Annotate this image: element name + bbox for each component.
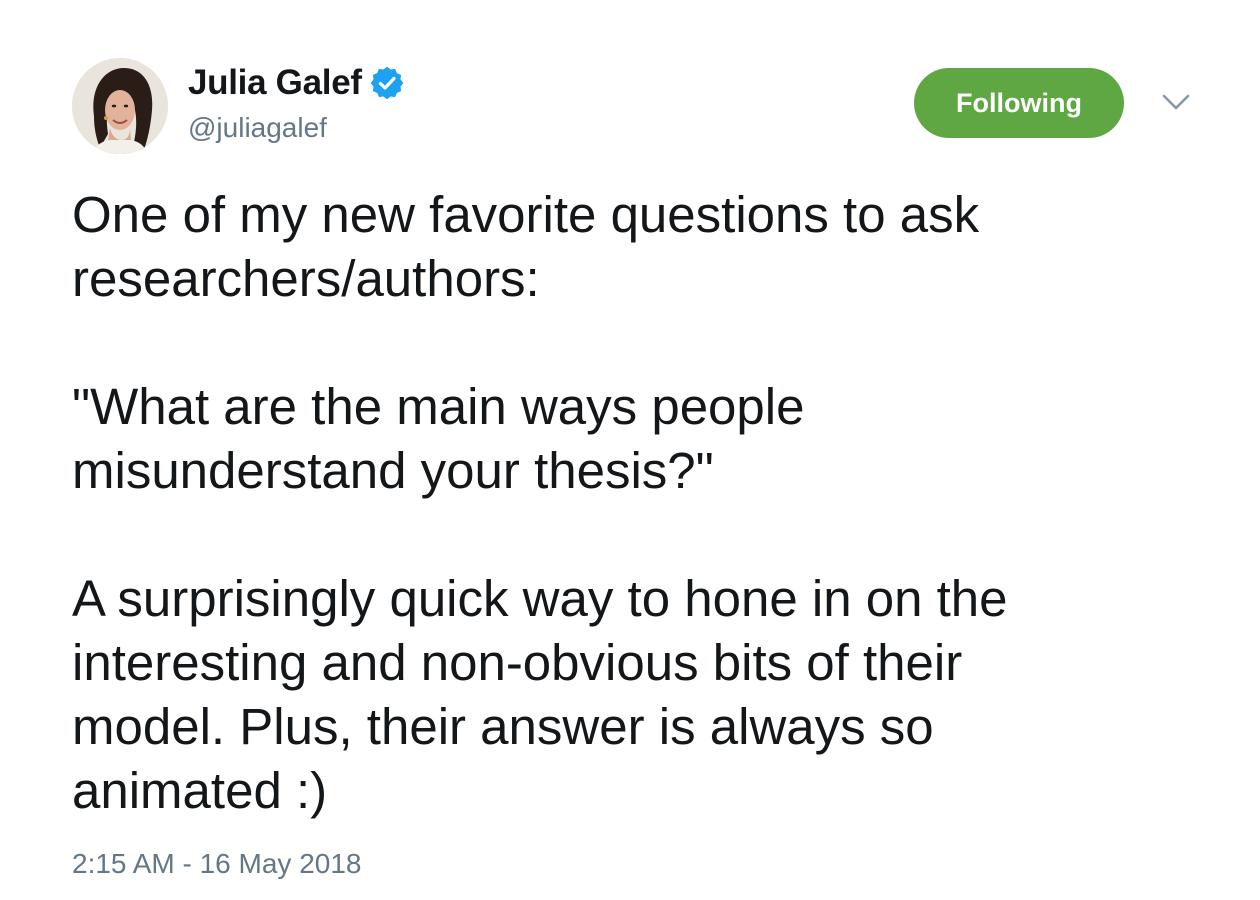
tweet-line: interesting and non-obvious bits of thei… <box>72 634 963 691</box>
tweet-card: Julia Galef @juliagalef Following One of… <box>0 0 1260 900</box>
profile-photo <box>72 58 168 154</box>
tweet-timestamp[interactable]: 2:15 AM - 16 May 2018 <box>72 848 362 880</box>
following-button[interactable]: Following <box>914 68 1124 138</box>
author-name[interactable]: Julia Galef <box>188 63 362 103</box>
tweet-line: A surprisingly quick way to hone in on t… <box>72 570 1008 627</box>
tweet-line: misunderstand your thesis?" <box>72 442 714 499</box>
tweet-line: animated :) <box>72 762 328 819</box>
author-identity: Julia Galef @juliagalef <box>188 62 404 144</box>
verified-badge-icon <box>370 66 404 100</box>
tweet-line: researchers/authors: <box>72 250 540 307</box>
avatar[interactable] <box>72 58 168 154</box>
tweet-text: One of my new favorite questions to ask … <box>72 183 1202 823</box>
tweet-line: "What are the main ways people <box>72 378 805 435</box>
name-row: Julia Galef <box>188 62 404 104</box>
chevron-down-icon[interactable] <box>1160 90 1192 114</box>
tweet-line: model. Plus, their answer is always so <box>72 698 934 755</box>
author-handle[interactable]: @juliagalef <box>188 112 404 144</box>
tweet-line: One of my new favorite questions to ask <box>72 186 980 243</box>
